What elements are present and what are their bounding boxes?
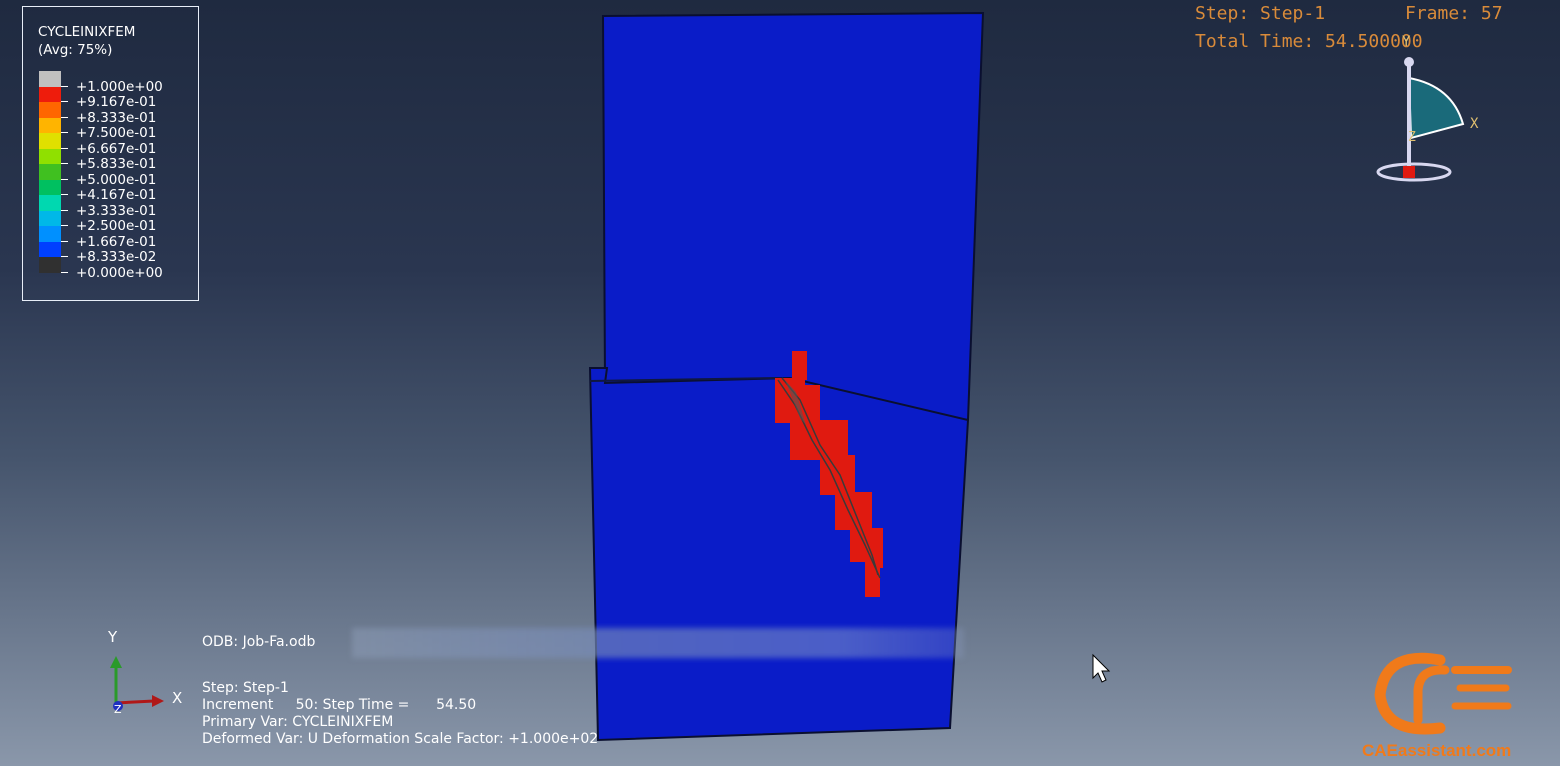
viewport[interactable]: CYCLEINIXFEM (Avg: 75%) +1.000e+00 +9.167… bbox=[0, 0, 1560, 766]
triad-top-z-label: Z bbox=[1408, 130, 1416, 145]
view-triad-top[interactable] bbox=[1376, 57, 1465, 182]
lower-part bbox=[588, 367, 970, 742]
info-step: Step: Step-1 bbox=[202, 680, 289, 696]
info-increment: Increment 50: Step Time = 54.50 bbox=[202, 697, 477, 713]
info-primary-var: Primary Var: CYCLEINIXFEM bbox=[202, 714, 394, 730]
cae-logo-icon bbox=[1374, 652, 1512, 735]
axis-x-label: X bbox=[172, 689, 183, 707]
mouse-pointer-icon bbox=[1092, 653, 1111, 683]
triad-top-x-label: X bbox=[1470, 116, 1479, 132]
redacted-path bbox=[352, 628, 964, 658]
axis-y-label: Y bbox=[108, 628, 118, 646]
odb-label: ODB: Job-Fa.odb bbox=[202, 634, 316, 650]
info-deformed-var: Deformed Var: U Deformation Scale Factor… bbox=[202, 731, 599, 747]
axis-z-label: Z bbox=[114, 703, 122, 716]
triad-top-y-label: Y bbox=[1402, 34, 1411, 50]
brand-text: CAEassistant.com bbox=[1362, 741, 1512, 760]
